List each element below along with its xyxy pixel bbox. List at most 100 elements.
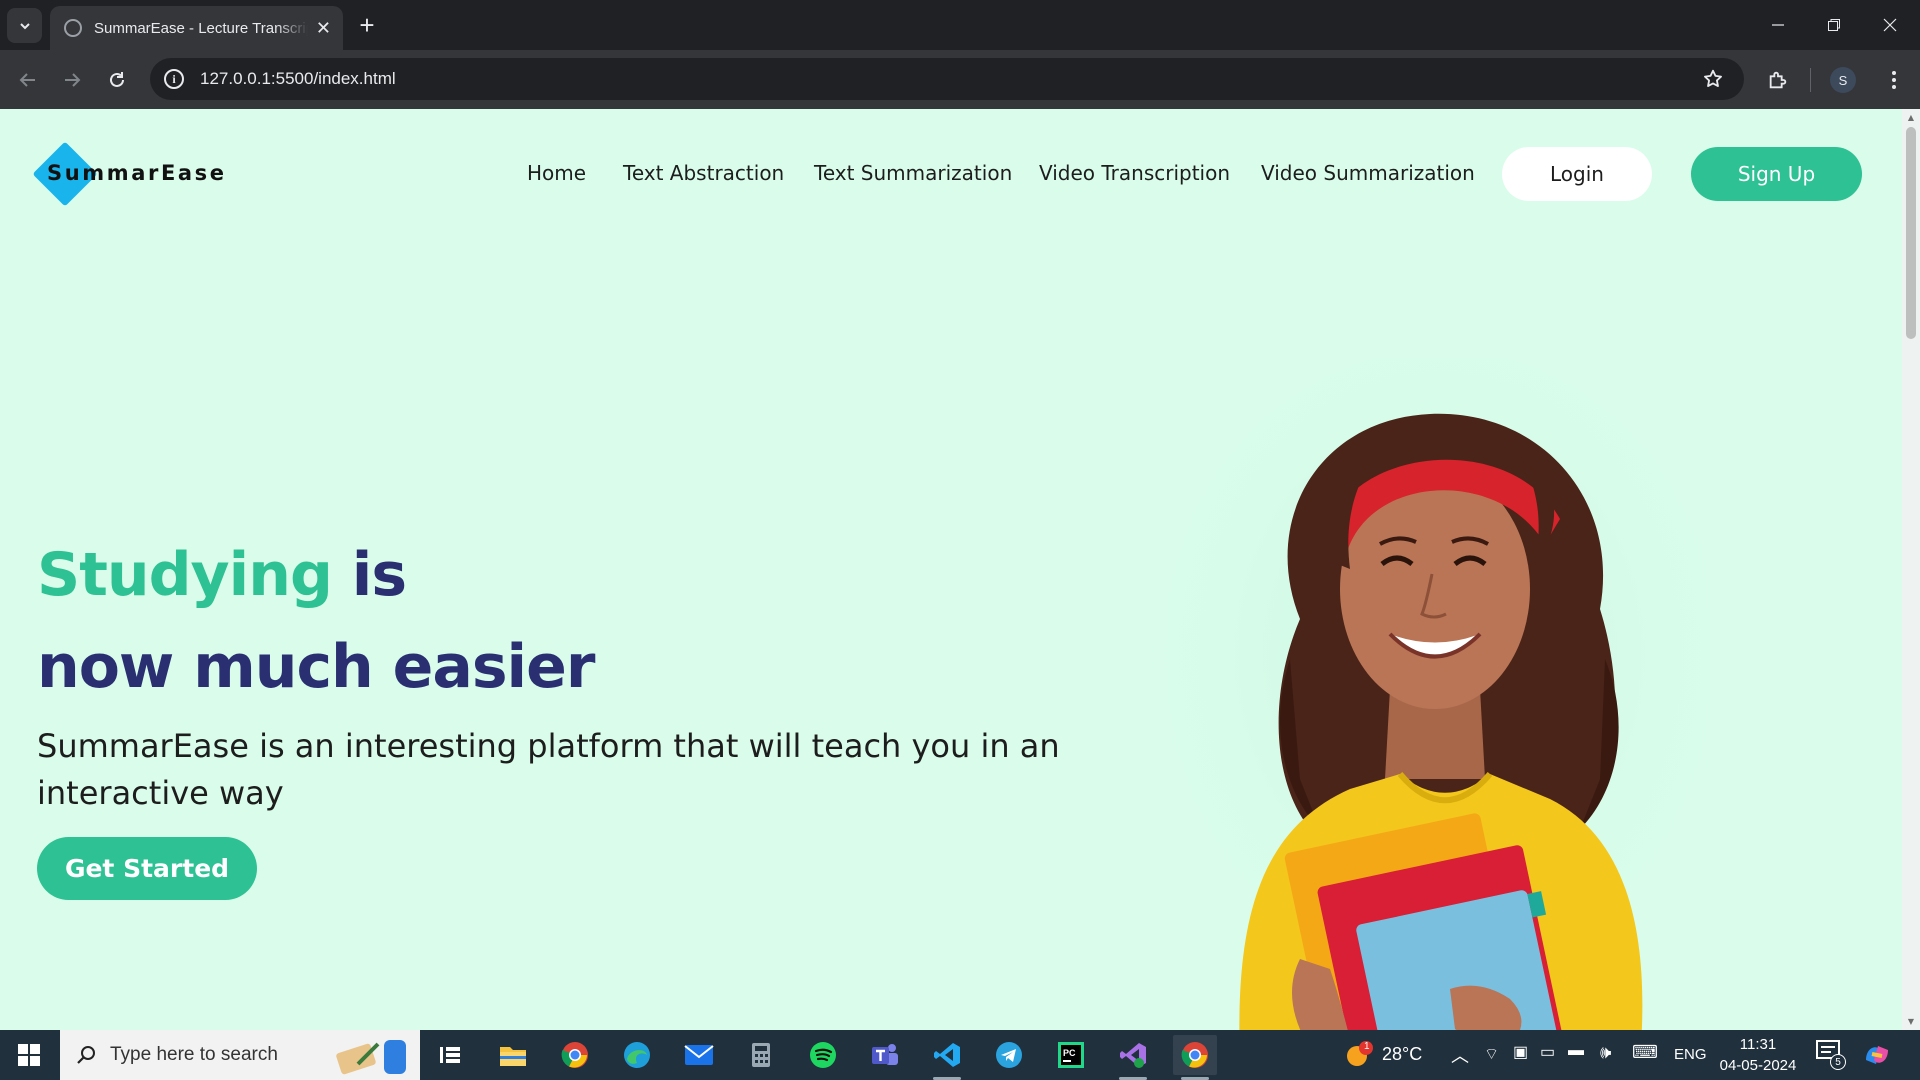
puzzle-icon bbox=[1769, 71, 1787, 89]
reload-icon bbox=[110, 72, 124, 87]
scroll-down-icon[interactable]: ▼ bbox=[1906, 1017, 1916, 1026]
meet-now-icon[interactable]: ▣ bbox=[1513, 1042, 1528, 1062]
hero-student-image bbox=[1150, 359, 1710, 1030]
new-tab-button[interactable]: + bbox=[352, 10, 382, 40]
teams-icon bbox=[872, 1044, 898, 1065]
scroll-up-icon[interactable]: ▲ bbox=[1906, 113, 1916, 122]
teams-app[interactable] bbox=[863, 1035, 907, 1075]
network-icon[interactable]: ▭ bbox=[1540, 1042, 1555, 1062]
weather-temperature[interactable]: 28°C bbox=[1382, 1044, 1422, 1065]
page-scrollbar[interactable]: ▲ ▼ bbox=[1902, 109, 1920, 1030]
search-placeholder: Type here to search bbox=[110, 1044, 278, 1065]
restore-button[interactable] bbox=[1806, 0, 1862, 50]
folder-icon bbox=[500, 1047, 526, 1066]
chrome-icon bbox=[1181, 1042, 1208, 1068]
kebab-menu-icon bbox=[1892, 71, 1896, 89]
mail-app[interactable] bbox=[677, 1035, 721, 1075]
site-logo[interactable]: SummarEase bbox=[30, 139, 230, 209]
arrow-right-icon bbox=[65, 73, 81, 87]
profile-button[interactable]: S bbox=[1827, 64, 1859, 96]
globe-icon bbox=[64, 19, 82, 37]
arrow-left-icon bbox=[19, 73, 35, 87]
url-text[interactable]: 127.0.0.1:5500/index.html bbox=[200, 69, 396, 89]
edge-app[interactable] bbox=[615, 1035, 659, 1075]
calculator-icon bbox=[752, 1043, 770, 1067]
browser-toolbar: i 127.0.0.1:5500/index.html S bbox=[0, 50, 1920, 109]
login-button[interactable]: Login bbox=[1502, 147, 1652, 201]
pycharm-app[interactable]: PC bbox=[1049, 1035, 1093, 1075]
avatar: S bbox=[1830, 67, 1856, 93]
minimize-button[interactable] bbox=[1750, 0, 1806, 50]
hero-subtitle: SummarEase is an interesting platform th… bbox=[37, 727, 1060, 812]
copilot-button[interactable] bbox=[1862, 1040, 1892, 1070]
notification-count-badge: 5 bbox=[1830, 1054, 1846, 1070]
hero-title-accent: Studying bbox=[37, 540, 333, 610]
windows-logo-icon bbox=[18, 1044, 40, 1066]
chrome-icon bbox=[561, 1042, 588, 1068]
battery-icon[interactable]: ▬ bbox=[1568, 1042, 1584, 1060]
telegram-icon bbox=[996, 1042, 1022, 1068]
get-started-button[interactable]: Get Started bbox=[37, 837, 257, 900]
visual-studio-app[interactable] bbox=[1111, 1035, 1155, 1080]
start-button[interactable] bbox=[0, 1030, 58, 1080]
close-tab-icon[interactable]: ✕ bbox=[316, 18, 331, 39]
chevron-down-icon bbox=[19, 22, 30, 29]
bookmark-star-icon[interactable] bbox=[1702, 68, 1724, 94]
pycharm-icon: PC bbox=[1058, 1042, 1084, 1068]
signup-button[interactable]: Sign Up bbox=[1691, 147, 1862, 201]
chrome-app-active[interactable] bbox=[1173, 1035, 1217, 1080]
tab-search-button[interactable] bbox=[7, 8, 42, 43]
weather-widget[interactable]: 1 bbox=[1344, 1040, 1374, 1070]
restore-icon bbox=[1828, 19, 1840, 31]
vscode-app[interactable] bbox=[925, 1035, 969, 1080]
notification-center-button[interactable]: 5 bbox=[1816, 1040, 1846, 1070]
search-icon bbox=[77, 1046, 95, 1064]
spotify-icon bbox=[810, 1042, 836, 1068]
taskbar-clock[interactable]: 11:31 04-05-2024 bbox=[1706, 1034, 1810, 1076]
browser-tab-active[interactable]: SummarEase - Lecture Transcription ✕ bbox=[50, 6, 343, 50]
page-viewport: SummarEase Home Text Abstraction Text Su… bbox=[0, 109, 1920, 1030]
tray-overflow-icon[interactable]: ︿ bbox=[1451, 1042, 1469, 1068]
scrollbar-thumb[interactable] bbox=[1906, 127, 1916, 339]
weather-badge: 1 bbox=[1364, 1041, 1370, 1052]
extensions-button[interactable] bbox=[1762, 64, 1794, 96]
svg-text:PC: PC bbox=[1063, 1048, 1076, 1058]
nav-link-video-summarization[interactable]: Video Summarization bbox=[1261, 161, 1475, 185]
close-window-button[interactable] bbox=[1862, 0, 1918, 50]
search-highlight-icon bbox=[336, 1040, 406, 1075]
calculator-app[interactable] bbox=[739, 1035, 783, 1075]
hero-title-rest: is bbox=[351, 540, 407, 610]
reload-button[interactable] bbox=[101, 64, 133, 96]
task-view-icon bbox=[440, 1047, 460, 1063]
nav-link-text-abstraction[interactable]: Text Abstraction bbox=[623, 161, 784, 185]
wifi-icon[interactable]: ⌔ bbox=[1484, 1044, 1499, 1064]
visual-studio-icon bbox=[1120, 1043, 1146, 1068]
chrome-app[interactable] bbox=[553, 1035, 597, 1075]
tab-title: SummarEase - Lecture Transcription bbox=[94, 19, 308, 37]
hero-title: Studying is now much easier bbox=[37, 529, 595, 713]
nav-link-text-summarization[interactable]: Text Summarization bbox=[814, 161, 1012, 185]
taskbar-search-input[interactable]: Type here to search bbox=[60, 1030, 420, 1080]
volume-icon[interactable]: 🕪 bbox=[1600, 1042, 1611, 1063]
language-indicator[interactable]: ENG bbox=[1674, 1046, 1707, 1063]
browser-menu-button[interactable] bbox=[1878, 64, 1910, 96]
back-button[interactable] bbox=[12, 64, 44, 96]
forward-button[interactable] bbox=[56, 64, 88, 96]
nav-link-home[interactable]: Home bbox=[527, 161, 586, 185]
info-icon[interactable]: i bbox=[164, 69, 184, 89]
mail-icon bbox=[684, 1045, 714, 1065]
browser-tab-bar: SummarEase - Lecture Transcription ✕ + bbox=[0, 0, 1920, 50]
edge-icon bbox=[624, 1042, 650, 1068]
spotify-app[interactable] bbox=[801, 1035, 845, 1075]
hero-title-line2: now much easier bbox=[37, 632, 595, 702]
nav-link-video-transcription[interactable]: Video Transcription bbox=[1039, 161, 1230, 185]
keyboard-icon[interactable]: ⌨ bbox=[1632, 1042, 1658, 1063]
windows-taskbar: Type here to search PC 1 28°C ︿ ⌔ ▣ ▭ ▬ … bbox=[0, 1030, 1920, 1080]
clock-date: 04-05-2024 bbox=[1719, 1057, 1797, 1074]
close-icon bbox=[1883, 18, 1897, 32]
address-bar[interactable]: i 127.0.0.1:5500/index.html bbox=[150, 58, 1744, 100]
telegram-app[interactable] bbox=[987, 1035, 1031, 1075]
clock-time: 11:31 bbox=[1739, 1036, 1777, 1053]
task-view-button[interactable] bbox=[428, 1035, 472, 1075]
file-explorer-app[interactable] bbox=[491, 1035, 535, 1075]
